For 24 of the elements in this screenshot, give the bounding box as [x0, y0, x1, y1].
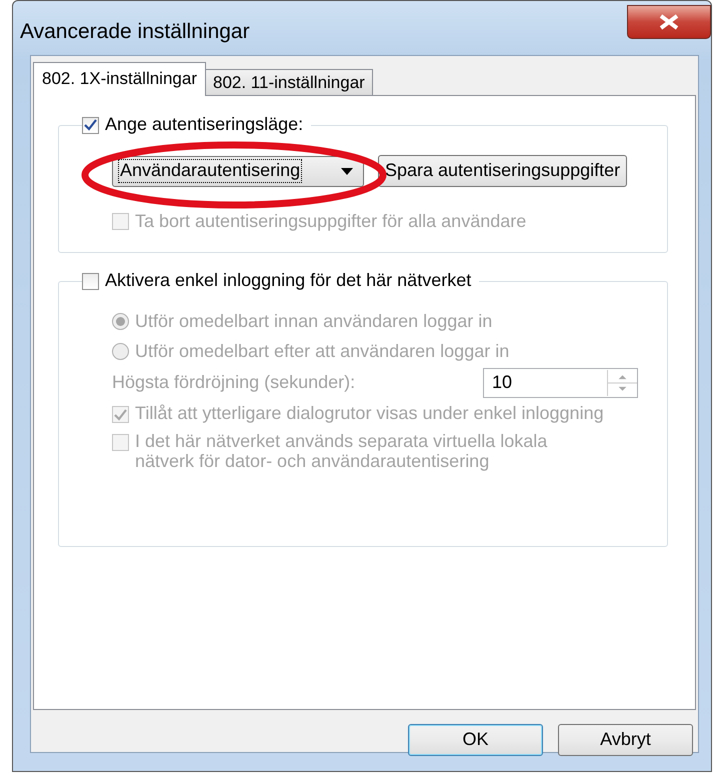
check-icon [84, 119, 97, 131]
field-label: Högsta fördröjning (sekunder): [112, 372, 356, 394]
option-label: I det här nätverket används separata virtuella lokala nätverk för dator- och användarautentisering [135, 432, 548, 472]
dialog-button[interactable]: Avbryt [558, 724, 693, 756]
caret-icon [341, 168, 353, 174]
tab[interactable]: 802. 1X-inställningar [33, 62, 206, 96]
dropdown-value: Användarautentisering [119, 160, 302, 182]
option-label: Ta bort autentiseringsuppgifter för alla användare [135, 211, 526, 233]
check-icon [114, 408, 127, 421]
checkbox-label: Ange autentiseringsläge: [105, 114, 304, 136]
checkbox[interactable] [82, 116, 99, 134]
checkbox-label: Aktivera enkel inloggning för det här nätverket [105, 270, 472, 292]
option-label: Tillåt att ytterligare dialogrutor visas under enkel inloggning [135, 404, 604, 424]
save-credentials-button[interactable]: Spara autentiseringsuppgifter [378, 155, 628, 187]
field-value: 10 [492, 372, 512, 394]
dropdown[interactable]: Användarautentisering [112, 156, 364, 186]
window-title: Avancerade inställningar [20, 19, 250, 44]
option-label: Utför omedelbart efter att användaren loggar in [135, 340, 510, 362]
close-button[interactable] [627, 5, 711, 39]
tab[interactable]: 802. 11-inställningar [204, 68, 373, 95]
dialog-button[interactable]: OK [408, 724, 543, 756]
option-label: Utför omedelbart innan användaren loggar in [135, 311, 492, 333]
close-icon [658, 14, 680, 30]
checkbox[interactable] [82, 272, 99, 290]
